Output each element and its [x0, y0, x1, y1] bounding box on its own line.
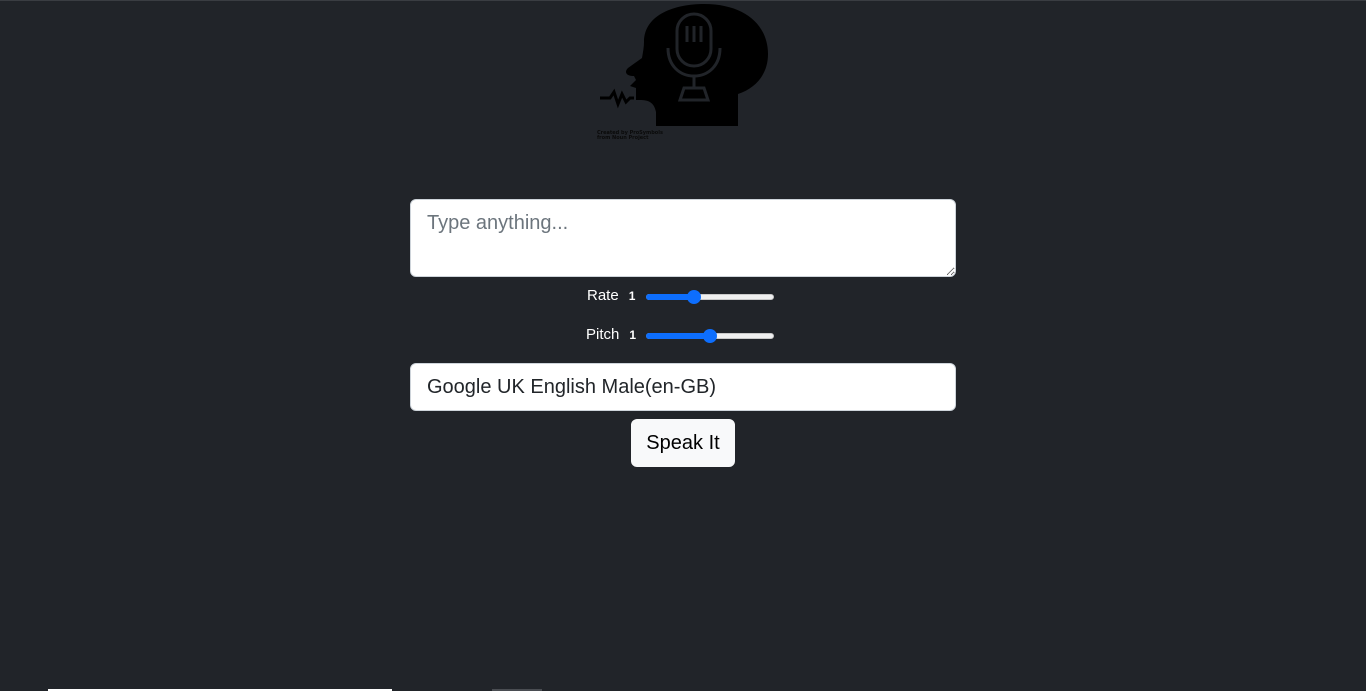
pitch-value: 1 [629, 327, 637, 342]
pitch-slider-fill [646, 332, 711, 339]
rate-label: Rate [587, 287, 619, 304]
pitch-slider-thumb[interactable] [703, 328, 718, 343]
speech-form: Rate 1 Pitch 1 Google UK English Male(en… [410, 199, 956, 467]
voice-select[interactable]: Google UK English Male(en-GB) [410, 363, 956, 411]
page: Created by ProSymbols from Noun Project … [0, 0, 1366, 691]
pitch-label: Pitch [586, 326, 620, 343]
text-input[interactable] [410, 199, 956, 277]
speak-button[interactable]: Speak It [631, 419, 735, 467]
rate-row: Rate 1 [587, 287, 774, 304]
rate-slider-thumb[interactable] [686, 289, 701, 304]
rate-value: 1 [628, 288, 636, 303]
speaking-head-microphone-icon [600, 4, 768, 126]
top-divider [0, 0, 1366, 1]
pitch-slider[interactable] [646, 327, 775, 343]
rate-slider[interactable] [645, 288, 774, 304]
pitch-row: Pitch 1 [586, 326, 775, 343]
voice-select-value: Google UK English Male(en-GB) [427, 375, 717, 398]
logo-credit: Created by ProSymbols from Noun Project [597, 130, 663, 141]
